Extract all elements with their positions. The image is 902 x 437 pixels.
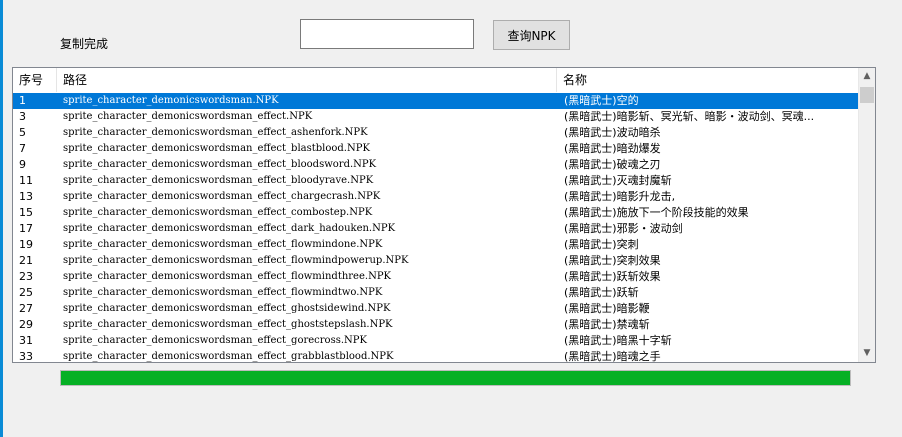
row-index: 11 [19, 174, 33, 187]
table-row[interactable]: 1 sprite_character_demonicswordsman.NPK (黑… [13, 93, 858, 109]
status-label: 复制完成 [60, 37, 109, 51]
column-header-index[interactable]: 序号 [13, 68, 57, 92]
row-name: (黑暗武士)暗影升龙击, [564, 190, 676, 203]
table-row[interactable]: 7 sprite_character_demonicswordsman_effec… [13, 141, 858, 157]
column-header-name[interactable]: 名称 [557, 68, 858, 92]
row-path: sprite_character_demonicswordsman_effect… [63, 191, 381, 202]
row-name: (黑暗武士)禁魂斩 [564, 318, 650, 331]
row-path: sprite_character_demonicswordsman.NPK [63, 95, 279, 106]
chevron-down-icon[interactable]: ▼ [859, 345, 875, 362]
column-header-path[interactable]: 路径 [57, 68, 557, 92]
table-row[interactable]: 15 sprite_character_demonicswordsman_effe… [13, 205, 858, 221]
table-row[interactable]: 29 sprite_character_demonicswordsman_effe… [13, 317, 858, 333]
row-name: (黑暗武士)灭魂封魔斩 [564, 174, 672, 187]
row-path: sprite_character_demonicswordsman_effect… [63, 111, 313, 122]
table-row[interactable]: 13 sprite_character_demonicswordsman_effe… [13, 189, 858, 205]
progress-fill [61, 371, 850, 385]
vertical-scrollbar[interactable]: ▲ ▼ [858, 68, 875, 362]
search-input[interactable] [300, 19, 474, 49]
row-name: (黑暗武士)暗黑十字斩 [564, 334, 672, 347]
table-row[interactable]: 33 sprite_character_demonicswordsman_effe… [13, 349, 858, 363]
row-index: 25 [19, 286, 33, 299]
row-path: sprite_character_demonicswordsman_effect… [63, 335, 367, 346]
row-path: sprite_character_demonicswordsman_effect… [63, 271, 392, 282]
row-index: 17 [19, 222, 33, 235]
row-name: (黑暗武士)跃斩效果 [564, 270, 661, 283]
row-index: 21 [19, 254, 33, 267]
table-row[interactable]: 5 sprite_character_demonicswordsman_effec… [13, 125, 858, 141]
row-index: 27 [19, 302, 33, 315]
table-row[interactable]: 23 sprite_character_demonicswordsman_effe… [13, 269, 858, 285]
row-name: (黑暗武士)突刺 [564, 238, 639, 251]
row-name: (黑暗武士)暗影鞭 [564, 302, 650, 315]
row-name: (黑暗武士)暗魂之手 [564, 350, 661, 363]
row-index: 3 [19, 110, 26, 123]
row-index: 9 [19, 158, 26, 171]
table-row[interactable]: 3 sprite_character_demonicswordsman_effec… [13, 109, 858, 125]
row-name: (黑暗武士)暗劲爆发 [564, 142, 661, 155]
row-path: sprite_character_demonicswordsman_effect… [63, 127, 368, 138]
scrollbar-thumb[interactable] [860, 87, 874, 103]
table-row[interactable]: 31 sprite_character_demonicswordsman_effe… [13, 333, 858, 349]
row-name: (黑暗武士)破魂之刃 [564, 158, 661, 171]
row-name: (黑暗武士)跃斩 [564, 286, 639, 299]
row-name: (黑暗武士)突刺效果 [564, 254, 661, 267]
table-row[interactable]: 21 sprite_character_demonicswordsman_effe… [13, 253, 858, 269]
row-index: 29 [19, 318, 33, 331]
row-name: (黑暗武士)空的 [564, 94, 639, 107]
row-name: (黑暗武士)波动暗杀 [564, 126, 661, 139]
row-path: sprite_character_demonicswordsman_effect… [63, 287, 383, 298]
row-path: sprite_character_demonicswordsman_effect… [63, 351, 394, 362]
list-header: 序号 路径 名称 [13, 68, 858, 92]
table-row[interactable]: 25 sprite_character_demonicswordsman_effe… [13, 285, 858, 301]
row-path: sprite_character_demonicswordsman_effect… [63, 175, 374, 186]
row-index: 1 [19, 94, 26, 107]
progress-bar [60, 370, 851, 386]
table-row[interactable]: 19 sprite_character_demonicswordsman_effe… [13, 237, 858, 253]
query-npk-button[interactable]: 查询NPK [493, 20, 570, 50]
table-row[interactable]: 11 sprite_character_demonicswordsman_effe… [13, 173, 858, 189]
window-edge [0, 0, 3, 437]
row-path: sprite_character_demonicswordsman_effect… [63, 159, 377, 170]
row-index: 15 [19, 206, 33, 219]
row-index: 13 [19, 190, 33, 203]
chevron-up-icon[interactable]: ▲ [859, 68, 875, 85]
row-index: 33 [19, 350, 33, 363]
row-name: (黑暗武士)邪影・波动剑 [564, 222, 683, 235]
row-path: sprite_character_demonicswordsman_effect… [63, 303, 391, 314]
row-index: 23 [19, 270, 33, 283]
row-name: (黑暗武士)暗影斩、冥光斩、暗影・波动剑、冥魂... [564, 110, 815, 123]
row-index: 7 [19, 142, 26, 155]
row-path: sprite_character_demonicswordsman_effect… [63, 255, 409, 266]
table-row[interactable]: 9 sprite_character_demonicswordsman_effec… [13, 157, 858, 173]
row-path: sprite_character_demonicswordsman_effect… [63, 319, 393, 330]
row-path: sprite_character_demonicswordsman_effect… [63, 143, 370, 154]
list-rows: 1 sprite_character_demonicswordsman.NPK (黑… [13, 93, 858, 363]
row-index: 19 [19, 238, 33, 251]
table-row[interactable]: 27 sprite_character_demonicswordsman_effe… [13, 301, 858, 317]
table-row[interactable]: 17 sprite_character_demonicswordsman_effe… [13, 221, 858, 237]
row-path: sprite_character_demonicswordsman_effect… [63, 223, 396, 234]
npk-list-view[interactable]: 序号 路径 名称 1 sprite_character_demonicswords… [12, 67, 876, 363]
row-name: (黑暗武士)施放下一个阶段技能的效果 [564, 206, 749, 219]
row-index: 5 [19, 126, 26, 139]
row-path: sprite_character_demonicswordsman_effect… [63, 239, 383, 250]
row-index: 31 [19, 334, 33, 347]
row-path: sprite_character_demonicswordsman_effect… [63, 207, 373, 218]
